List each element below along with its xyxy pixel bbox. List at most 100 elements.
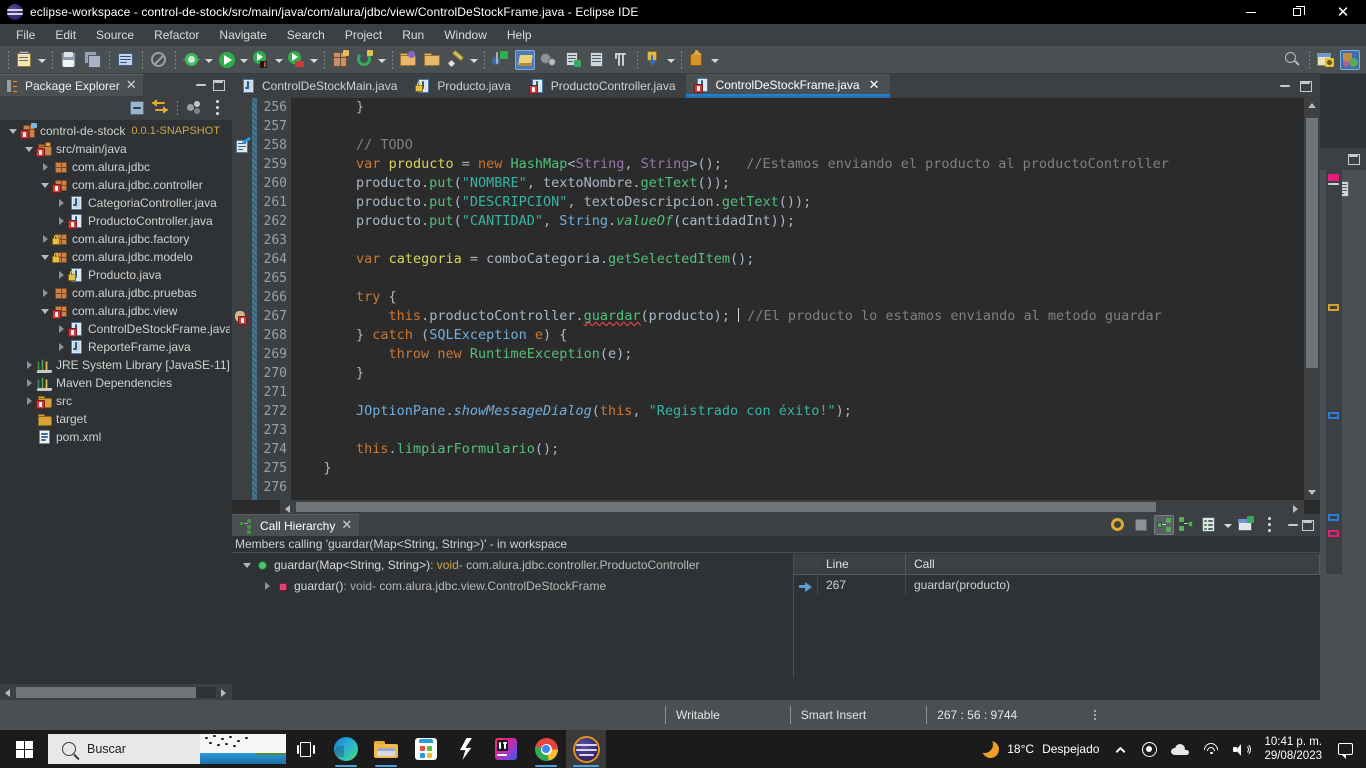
last-edit-location-icon[interactable] <box>644 50 664 70</box>
code-line[interactable]: JOptionPane.showMessageDialog(this, "Reg… <box>291 402 1304 421</box>
package-explorer-hscrollbar[interactable] <box>0 684 232 700</box>
goto-arrow-icon[interactable] <box>794 575 818 596</box>
marker-warning[interactable] <box>1328 304 1339 311</box>
chevron-right-icon[interactable] <box>54 340 68 354</box>
tree-item-src[interactable]: src <box>0 392 232 410</box>
chevron-down-icon[interactable] <box>240 558 254 572</box>
tree-item-com-alura-jdbc[interactable]: com.alura.jdbc <box>0 158 232 176</box>
chevron-right-icon[interactable] <box>54 322 68 336</box>
weather-widget[interactable]: 18°C Despejado <box>975 730 1106 768</box>
debug-icon[interactable] <box>182 50 202 70</box>
marker-info[interactable] <box>1328 412 1339 419</box>
close-icon[interactable]: ✕ <box>126 79 137 92</box>
maximize-icon[interactable] <box>1300 80 1312 92</box>
chevron-down-icon[interactable] <box>38 178 52 192</box>
chevron-right-icon[interactable] <box>38 286 52 300</box>
tree-item-target[interactable]: target <box>0 410 232 428</box>
refresh-dropdown-arrow[interactable] <box>377 51 386 69</box>
lightshot-icon[interactable] <box>446 730 486 768</box>
chevron-right-icon[interactable] <box>54 268 68 282</box>
chevron-right-icon[interactable] <box>54 214 68 228</box>
tab-package-explorer[interactable]: Package Explorer ✕ <box>0 74 143 96</box>
code-line[interactable]: } <box>291 459 1304 478</box>
menu-source[interactable]: Source <box>86 26 144 44</box>
editor-tab-productocontroller-java[interactable]: ProductoController.java <box>520 74 686 98</box>
code-line[interactable]: } <box>291 364 1304 383</box>
field-mode-icon[interactable] <box>1200 515 1220 535</box>
marker-info[interactable] <box>1328 514 1339 521</box>
code-line[interactable]: try { <box>291 288 1304 307</box>
editor-hscrollbar[interactable] <box>280 500 1304 514</box>
onedrive-icon[interactable] <box>1164 730 1196 768</box>
java-ee-perspective-icon[interactable] <box>1340 49 1360 70</box>
call-locations-table[interactable]: Line Call 267 guardar(producto) <box>794 553 1320 678</box>
project-tree[interactable]: control-de-stock 0.0.1-SNAPSHOT src/main/j… <box>0 120 232 676</box>
close-icon[interactable]: ✕ <box>869 78 880 93</box>
code-line[interactable] <box>291 269 1304 288</box>
clock-widget[interactable]: 10:41 p. m. 29/08/2023 <box>1256 735 1330 763</box>
code-line[interactable] <box>291 117 1304 136</box>
save-icon[interactable] <box>59 50 79 70</box>
close-icon[interactable]: ✕ <box>341 519 352 532</box>
show-callers-icon[interactable] <box>1154 515 1174 535</box>
column-header-line[interactable]: Line <box>818 553 906 575</box>
run-external-tools-icon[interactable] <box>287 50 307 70</box>
run-coverage-icon[interactable] <box>252 50 272 70</box>
code-line[interactable]: this.limpiarFormulario(); <box>291 440 1304 459</box>
file-explorer-icon[interactable] <box>366 730 406 768</box>
view-options-icon[interactable] <box>1260 515 1280 535</box>
close-button[interactable]: ✕ <box>1320 0 1366 24</box>
tree-item-jre-system-library-javase-11-[interactable]: JRE System Library [JavaSE-11] <box>0 356 232 374</box>
tree-item-maven-dependencies[interactable]: Maven Dependencies <box>0 374 232 392</box>
code-line[interactable]: throw new RuntimeException(e); <box>291 345 1304 364</box>
chevron-down-icon[interactable] <box>22 142 36 156</box>
more-options-icon[interactable] <box>1087 710 1103 720</box>
show-hidden-icons-icon[interactable] <box>1106 730 1135 768</box>
intellij-idea-icon[interactable] <box>486 730 526 768</box>
google-chrome-icon[interactable] <box>526 730 566 768</box>
minimize-icon[interactable] <box>1348 153 1360 165</box>
menu-arrow-icon[interactable] <box>1223 516 1232 534</box>
open-task-icon[interactable] <box>423 50 443 70</box>
scroll-left-icon[interactable] <box>0 684 16 700</box>
new-view-icon[interactable] <box>1237 515 1257 535</box>
editor-tab-controldestockframe-java[interactable]: ControlDeStockFrame.java ✕ <box>685 74 890 98</box>
refresh-icon[interactable] <box>1108 515 1128 535</box>
microsoft-edge-icon[interactable] <box>326 730 366 768</box>
tree-item-reporteframe-java[interactable]: ReporteFrame.java <box>0 338 232 356</box>
code-line[interactable]: } <box>291 98 1304 117</box>
paragraph-mark-icon[interactable] <box>611 50 631 70</box>
scroll-right-icon[interactable] <box>216 684 232 700</box>
debug-dropdown-arrow[interactable] <box>204 51 213 69</box>
editor-tab-controldestockmain-java[interactable]: ControlDeStockMain.java <box>232 74 408 98</box>
windows-start-icon[interactable] <box>0 730 48 768</box>
code-line[interactable] <box>291 478 1304 497</box>
minimize-icon[interactable] <box>195 80 207 90</box>
code-line[interactable]: producto.put("DESCRIPCION", textoDescrip… <box>291 193 1304 212</box>
scroll-up-icon[interactable] <box>1304 100 1320 114</box>
menu-refactor[interactable]: Refactor <box>144 26 209 44</box>
microsoft-store-icon[interactable] <box>406 730 446 768</box>
menu-file[interactable]: File <box>6 26 45 44</box>
code-editor[interactable]: 256 257 258 259 260 261 262 263 264 265 266 267 268 2… <box>232 98 1320 514</box>
todo-icon[interactable] <box>234 136 252 154</box>
chevron-right-icon[interactable] <box>38 160 52 174</box>
menu-search[interactable]: Search <box>277 26 335 44</box>
tab-call-hierarchy[interactable]: Call Hierarchy ✕ <box>232 514 360 536</box>
minimize-icon[interactable] <box>1287 520 1299 530</box>
code-line[interactable] <box>291 383 1304 402</box>
marker-error[interactable] <box>1328 530 1339 537</box>
error-icon[interactable] <box>234 309 250 325</box>
scroll-down-icon[interactable] <box>1304 484 1320 498</box>
chevron-right-icon[interactable] <box>260 579 274 593</box>
code-line[interactable]: producto.put("NOMBRE", textoNombre.getTe… <box>291 174 1304 193</box>
tree-item-com-alura-jdbc-view[interactable]: com.alura.jdbc.view <box>0 302 232 320</box>
minimize-button[interactable] <box>1228 0 1274 24</box>
print-icon[interactable] <box>116 50 136 70</box>
menu-navigate[interactable]: Navigate <box>209 26 276 44</box>
overview-ruler[interactable] <box>1326 170 1342 574</box>
no-entry-icon[interactable] <box>149 50 169 70</box>
chevron-right-icon[interactable] <box>22 358 36 372</box>
code-line[interactable]: var categoria = comboCategoria.getSelect… <box>291 250 1304 269</box>
marker-error[interactable] <box>1328 174 1339 181</box>
